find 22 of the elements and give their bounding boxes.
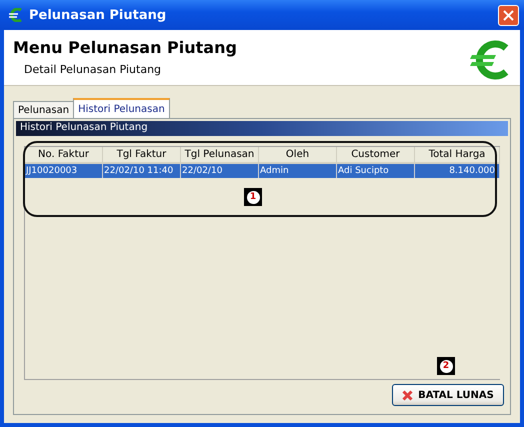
annotation-badge: 2 [437, 357, 455, 375]
table-cell: 22/02/10 11:40 [103, 164, 181, 178]
table-cell: JJ10020003 [25, 164, 103, 178]
table-cell: 22/02/10 [181, 164, 259, 178]
panel-title: Histori Pelunasan Piutang [16, 121, 508, 136]
tab[interactable]: Histori Pelunasan [73, 98, 170, 118]
column-header[interactable]: Customer [337, 147, 415, 164]
table-cell: Adi Sucipto [337, 164, 415, 178]
window-title: Pelunasan Piutang [29, 8, 168, 22]
column-header[interactable]: Total Harga [415, 147, 500, 164]
annotation-badge: 1 [244, 188, 262, 206]
table-cell: Admin [259, 164, 337, 178]
cancel-button[interactable]: BATAL LUNAS [392, 384, 504, 406]
column-header[interactable]: Tgl Faktur [103, 147, 181, 164]
column-header[interactable]: No. Faktur [25, 147, 103, 164]
column-header[interactable]: Oleh [259, 147, 337, 164]
tab[interactable]: Pelunasan [13, 101, 74, 118]
table-cell: 8.140.000 [415, 164, 500, 178]
header-title: Menu Pelunasan Piutang [13, 38, 237, 57]
column-header[interactable]: Tgl Pelunasan [181, 147, 259, 164]
table-row[interactable]: JJ10020003 22/02/10 11:40 22/02/10 Admin Adi Sucipto 8.140.000 [25, 164, 500, 178]
header-subtitle: Detail Pelunasan Piutang [24, 63, 162, 76]
